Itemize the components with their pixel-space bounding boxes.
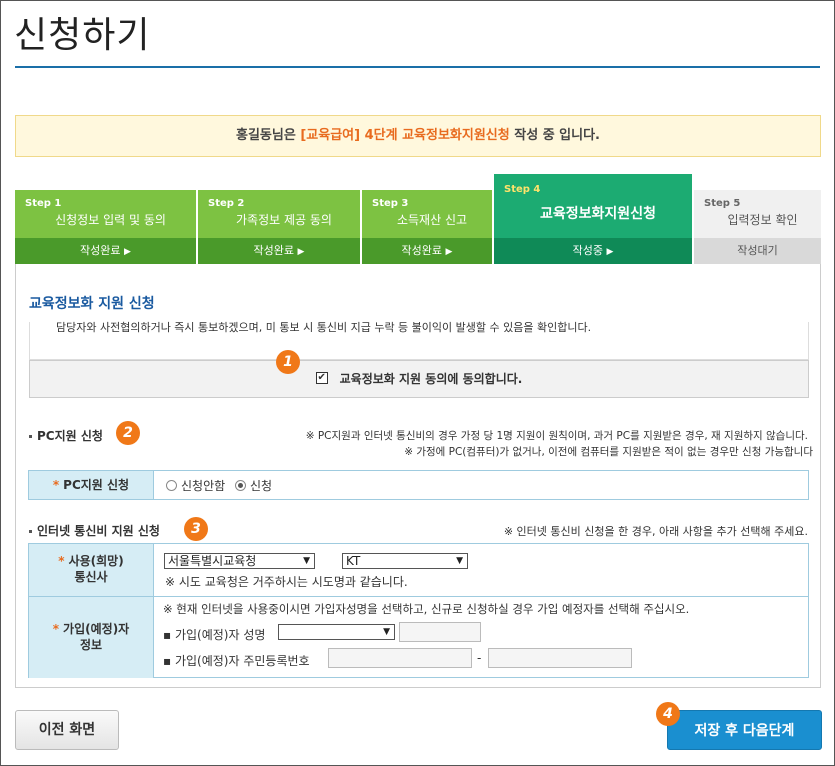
subscriber-label: * 가입(예정)자 정보 (29, 597, 154, 678)
page-title: 신청하기 (14, 15, 151, 56)
progress-notice: 홍길동님은 [교육급여] 4단계 교육정보화지원신청 작성 중 입니다. (15, 115, 821, 157)
step-badge-1: 1 (276, 350, 300, 374)
step-4-status: 작성중 ▶ (494, 238, 692, 264)
step-1-name: 신청정보 입력 및 동의 (55, 213, 166, 227)
step-5[interactable]: Step 5 입력정보 확인 (694, 190, 821, 238)
title-divider (15, 66, 820, 68)
play-arrow-icon: ▶ (124, 247, 131, 257)
step-4-number: Step 4 (504, 184, 541, 195)
office-select[interactable]: 서울특별시교육청 ▼ (164, 553, 315, 569)
step-5-status: 작성대기 (694, 238, 821, 264)
agree-terms-text: 담당자와 사전협의하거나 즉시 통보하겠으며, 미 통보 시 통신비 지급 누락… (29, 322, 809, 360)
carrier-select[interactable]: KT ▼ (342, 553, 468, 569)
id-back-input[interactable] (488, 648, 632, 668)
carrier-note: ※ 시도 교육청은 거주하시는 시도명과 같습니다. (165, 575, 408, 589)
pc-note-2: ※ 가정에 PC(컴퓨터)가 없거나, 이전에 컴퓨터를 지원받은 적이 없는 … (404, 446, 813, 458)
step-4[interactable]: Step 4 교육정보화지원신청 (494, 174, 692, 238)
pc-form-table: * PC지원 신청 신청안함 신청 (28, 470, 809, 500)
step-badge-4: 4 (656, 702, 680, 726)
agree-checkbox[interactable]: ✔ (315, 371, 328, 384)
step-3-number: Step 3 (372, 198, 409, 209)
step-3[interactable]: Step 3 소득재산 신고 (362, 190, 492, 238)
internet-section-title: 인터넷 통신비 지원 신청 (29, 522, 160, 539)
prev-button[interactable]: 이전 화면 (15, 710, 119, 750)
agree-row: ✔ 교육정보화 지원 동의에 동의합니다. (29, 360, 809, 398)
step-progress: Step 1 신청정보 입력 및 동의 작성완료 ▶ Step 2 가족정보 제… (15, 174, 821, 264)
pc-section-title: PC지원 신청 (29, 427, 103, 444)
save-next-button[interactable]: 저장 후 다음단계 (667, 710, 822, 750)
id-separator: - (477, 651, 482, 665)
play-arrow-icon: ▶ (606, 247, 614, 257)
id-front-input[interactable] (328, 648, 472, 668)
subscriber-name-input[interactable] (399, 622, 481, 642)
dropdown-caret-icon: ▼ (456, 556, 463, 566)
play-arrow-icon: ▶ (445, 247, 453, 257)
step-5-number: Step 5 (704, 198, 741, 209)
step-5-name: 입력정보 확인 (727, 213, 798, 227)
step-2-name: 가족정보 제공 동의 (236, 213, 332, 227)
subscriber-name-select[interactable]: ▼ (278, 624, 395, 640)
pc-radio-group: 신청안함 신청 (166, 477, 272, 494)
carrier-label: * 사용(희망) 통신사 (29, 544, 154, 596)
step-1-status: 작성완료 ▶ (15, 238, 196, 264)
name-field-label: ▪ 가입(예정)자 성명 (163, 628, 266, 642)
step-1-number: Step 1 (25, 198, 62, 209)
pc-label: * PC지원 신청 (29, 471, 154, 499)
notice-highlight: [교육급여] 4단계 교육정보화지원신청 (300, 128, 510, 143)
internet-note: ※ 인터넷 통신비 신청을 한 경우, 아래 사항을 추가 선택해 주세요. (503, 525, 808, 538)
step-4-name: 교육정보화지원신청 (540, 206, 656, 222)
step-badge-3: 3 (184, 517, 208, 541)
agree-label: 교육정보화 지원 동의에 동의합니다. (339, 372, 523, 386)
notice-tail: 작성 중 입니다. (514, 128, 601, 143)
step-2-number: Step 2 (208, 198, 245, 209)
pc-note-1: ※ PC지원과 인터넷 통신비의 경우 가정 당 1명 지원이 원칙이며, 과거… (305, 430, 808, 442)
step-3-name: 소득재산 신고 (396, 213, 468, 227)
pc-option-none[interactable]: 신청안함 (166, 479, 225, 493)
pc-option-apply[interactable]: 신청 (235, 479, 272, 493)
play-arrow-icon: ▶ (297, 247, 305, 257)
step-badge-2: 2 (116, 421, 140, 445)
step-2[interactable]: Step 2 가족정보 제공 동의 (198, 190, 360, 238)
step-3-status: 작성완료 ▶ (362, 238, 492, 264)
dropdown-caret-icon: ▼ (303, 556, 310, 566)
id-field-label: ▪ 가입(예정)자 주민등록번호 (163, 654, 310, 668)
section-title: 교육정보화 지원 신청 (29, 296, 155, 312)
subscriber-note: ※ 현재 인터넷을 사용중이시면 가입자성명을 선택하고, 신규로 신청하실 경… (163, 602, 690, 616)
step-2-status: 작성완료 ▶ (198, 238, 360, 264)
step-1[interactable]: Step 1 신청정보 입력 및 동의 (15, 190, 196, 238)
internet-form-table: * 사용(희망) 통신사 서울특별시교육청 ▼ KT ▼ ※ 시도 교육청은 거주하시는… (28, 543, 809, 678)
notice-user: 홍길동님은 (235, 128, 296, 143)
dropdown-caret-icon: ▼ (383, 627, 390, 637)
